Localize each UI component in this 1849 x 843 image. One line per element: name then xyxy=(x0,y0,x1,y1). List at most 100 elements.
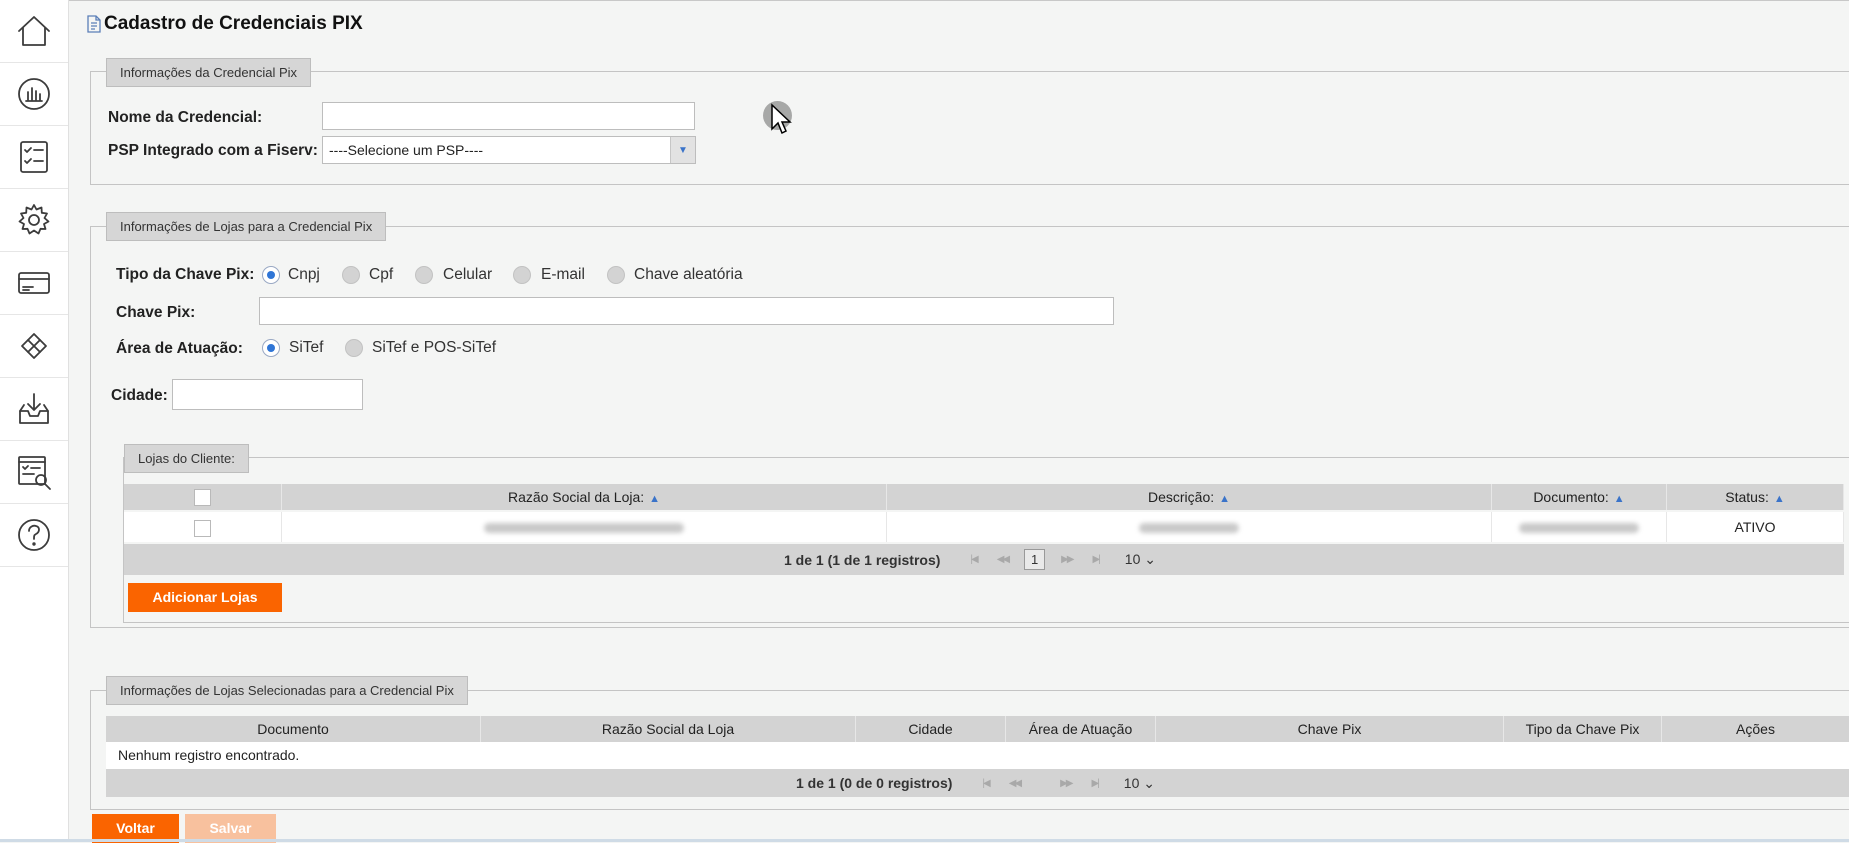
add-stores-button[interactable]: Adicionar Lojas xyxy=(128,583,282,612)
city-input[interactable] xyxy=(172,379,363,410)
page-title-text: Cadastro de Credenciais PIX xyxy=(104,13,363,34)
col-tipo-chave: Tipo da Chave Pix xyxy=(1504,716,1662,742)
client-stores-header: Razão Social da Loja: ▲︎ Descrição: ▲︎ Doc… xyxy=(124,484,1844,510)
row-checkbox[interactable] xyxy=(194,519,211,537)
psp-select-value: ----Selecione um PSP---- xyxy=(329,142,484,158)
cell-descricao xyxy=(887,512,1492,542)
last-page-icon[interactable]: ▶| xyxy=(1091,778,1099,789)
sidebar-item-tasks[interactable] xyxy=(0,126,68,189)
selected-stores-header: Documento Razão Social da Loja Cidade Ár… xyxy=(106,716,1849,742)
psp-select[interactable]: ----Selecione um PSP---- ▼ xyxy=(322,136,696,164)
radio-area-sitef-pos-label: SiTef e POS-SiTef xyxy=(372,339,497,356)
page-size-select[interactable]: 10 ⌄ xyxy=(1124,775,1155,792)
chevron-down-icon[interactable]: ▼ xyxy=(670,137,695,163)
radio-key-random-label: Chave aleatória xyxy=(634,266,743,283)
table-row[interactable]: ATIVO xyxy=(124,512,1844,542)
area-label: Área de Atuação: xyxy=(116,340,243,357)
redacted-text xyxy=(1139,523,1239,534)
radio-key-celular-label: Celular xyxy=(443,266,493,283)
current-page[interactable]: 1 xyxy=(1024,549,1046,570)
credential-section-legend: Informações da Credencial Pix xyxy=(106,58,312,87)
cell-razao-social xyxy=(282,512,887,542)
page-title: Cadastro de Credenciais PIX xyxy=(86,13,363,35)
mouse-pointer-icon xyxy=(771,103,792,135)
key-type-label: Tipo da Chave Pix: xyxy=(116,266,255,283)
select-all-cell xyxy=(124,484,282,510)
col-status[interactable]: Status: ▲︎ xyxy=(1667,484,1844,510)
pix-key-label: Chave Pix: xyxy=(116,304,196,321)
pager-info: 1 de 1 (0 de 0 registros) xyxy=(796,775,953,791)
stores-section-legend: Informações de Lojas para a Credencial P… xyxy=(106,212,387,241)
main-content: Cadastro de Credenciais PIX Informações … xyxy=(68,0,1849,843)
selected-stores-legend: Informações de Lojas Selecionadas para a… xyxy=(106,676,468,705)
sidebar-item-help[interactable] xyxy=(0,504,68,567)
credential-name-input[interactable] xyxy=(322,102,695,130)
prev-page-icon[interactable]: ◀◀ xyxy=(997,554,1010,565)
psp-label: PSP Integrado com a Fiserv: xyxy=(108,142,318,159)
help-icon xyxy=(18,519,50,551)
radio-key-random[interactable] xyxy=(607,266,625,284)
first-page-icon[interactable]: |◀ xyxy=(970,554,978,565)
document-icon xyxy=(87,15,101,33)
select-all-checkbox[interactable] xyxy=(194,488,211,506)
credential-name-label: Nome da Credencial: xyxy=(108,109,263,126)
empty-message: Nenhum registro encontrado. xyxy=(118,747,300,763)
col-descricao[interactable]: Descrição: ▲︎ xyxy=(887,484,1492,510)
empty-row: Nenhum registro encontrado. xyxy=(106,742,1849,769)
report-search-icon xyxy=(18,456,51,490)
next-page-icon[interactable]: ▶▶ xyxy=(1061,554,1074,565)
radio-area-sitef-pos[interactable] xyxy=(345,339,363,357)
radio-area-sitef-label: SiTef xyxy=(289,339,324,356)
gear-icon xyxy=(18,204,50,235)
radio-key-email-label: E-mail xyxy=(541,266,585,283)
col-cidade: Cidade xyxy=(856,716,1006,742)
sort-icon: ▲︎ xyxy=(1219,493,1231,505)
sidebar xyxy=(0,0,69,842)
diamond-icon xyxy=(21,333,47,359)
home-icon xyxy=(18,16,50,46)
redacted-text xyxy=(1519,523,1639,534)
city-label: Cidade: xyxy=(111,387,168,404)
cell-status: ATIVO xyxy=(1667,512,1844,542)
col-documento[interactable]: Documento: ▲︎ xyxy=(1492,484,1667,510)
col-chave-pix: Chave Pix xyxy=(1156,716,1504,742)
sidebar-item-settings[interactable] xyxy=(0,189,68,252)
redacted-text xyxy=(484,523,684,534)
selected-stores-pager: 1 de 1 (0 de 0 registros) |◀ ◀◀ ▶▶ ▶| 10… xyxy=(106,769,1849,797)
client-stores-legend: Lojas do Cliente: xyxy=(124,444,249,473)
pix-key-input[interactable] xyxy=(259,297,1114,325)
sidebar-item-dashboard[interactable] xyxy=(0,63,68,126)
radio-key-cpf-label: Cpf xyxy=(369,266,394,283)
client-stores-pager: 1 de 1 (1 de 1 registros) |◀ ◀◀ 1 ▶▶ ▶| … xyxy=(124,544,1844,575)
radio-key-email[interactable] xyxy=(513,266,531,284)
dashboard-chart-icon xyxy=(18,78,50,110)
col-documento: Documento xyxy=(106,716,481,742)
sidebar-item-downloads[interactable] xyxy=(0,378,68,441)
next-page-icon[interactable]: ▶▶ xyxy=(1060,778,1073,789)
inbox-download-icon xyxy=(19,393,49,424)
cell-documento xyxy=(1492,512,1667,542)
radio-key-cnpj-label: Cnpj xyxy=(288,266,320,283)
sidebar-item-reports[interactable] xyxy=(0,441,68,504)
sort-icon: ▲︎ xyxy=(1613,493,1625,505)
first-page-icon[interactable]: |◀ xyxy=(982,778,990,789)
col-acoes: Ações xyxy=(1662,716,1849,742)
checklist-icon xyxy=(20,141,48,173)
col-razao-social[interactable]: Razão Social da Loja: ▲︎ xyxy=(282,484,887,510)
sidebar-item-home[interactable] xyxy=(0,0,68,63)
pager-info: 1 de 1 (1 de 1 registros) xyxy=(784,551,941,568)
sort-icon: ▲︎ xyxy=(649,493,661,505)
sort-icon: ▲︎ xyxy=(1773,493,1785,505)
card-icon xyxy=(18,272,50,294)
row-checkbox-cell xyxy=(124,512,282,542)
sidebar-item-cards[interactable] xyxy=(0,252,68,315)
page-size-select[interactable]: 10 ⌄ xyxy=(1125,551,1156,568)
radio-key-celular[interactable] xyxy=(415,266,433,284)
last-page-icon[interactable]: ▶| xyxy=(1092,554,1100,565)
sidebar-item-pix[interactable] xyxy=(0,315,68,378)
prev-page-icon[interactable]: ◀◀ xyxy=(1009,778,1022,789)
radio-key-cnpj[interactable] xyxy=(262,266,280,284)
radio-area-sitef[interactable] xyxy=(262,339,280,357)
col-razao-social: Razão Social da Loja xyxy=(481,716,856,742)
radio-key-cpf[interactable] xyxy=(342,266,360,284)
